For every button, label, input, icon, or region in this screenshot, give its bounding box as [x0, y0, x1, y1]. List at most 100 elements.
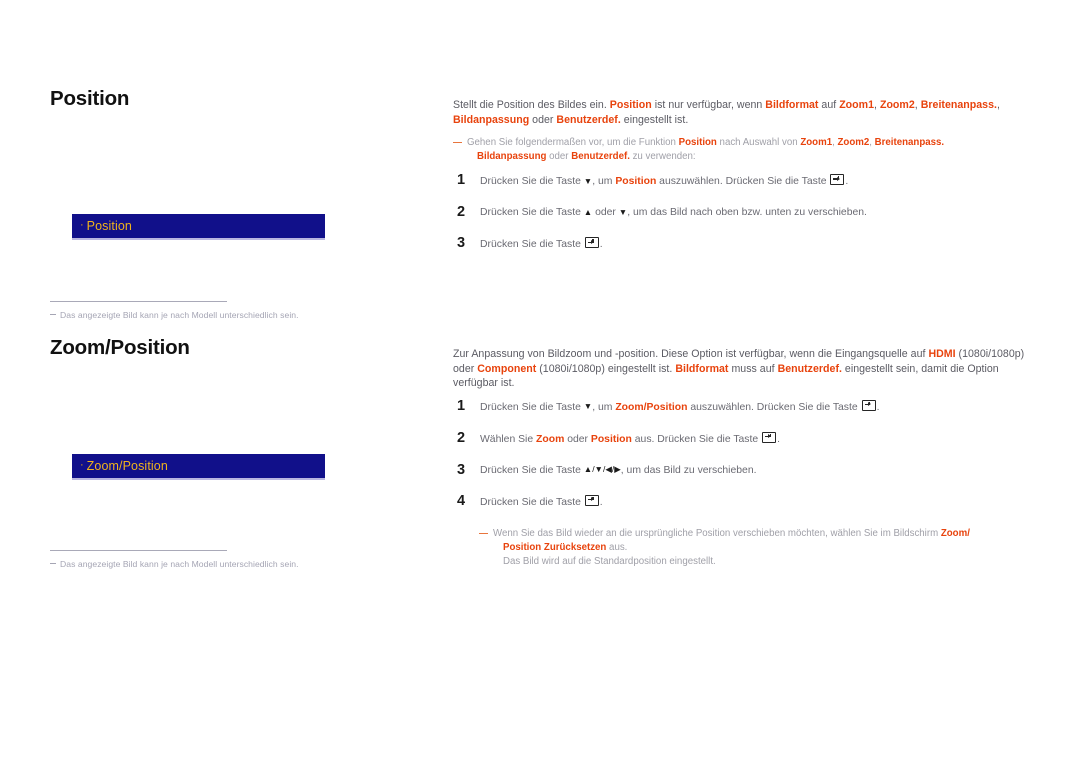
highlight-bildformat: Bildformat	[765, 99, 819, 111]
intro-text: (1080i/1080p) eingestellt ist.	[536, 362, 676, 375]
em-dash-icon	[479, 533, 488, 535]
highlight-hdmi: HDMI	[928, 348, 956, 360]
step-text: , um	[592, 401, 616, 413]
bullet-icon: ·	[80, 458, 84, 471]
highlight-zoom1: Zoom1	[800, 137, 833, 149]
note-line-2: Position Zurücksetzen aus.	[493, 541, 1033, 555]
note-text: Gehen Sie folgendermaßen vor, um die Fun…	[467, 137, 679, 149]
intro-text: Stellt die Position des Bildes ein.	[453, 99, 610, 111]
dash-icon	[50, 563, 56, 564]
step-number: 3	[457, 235, 466, 252]
step-number: 4	[457, 492, 466, 509]
step-text: aus. Drücken Sie die Taste	[631, 433, 762, 445]
highlight-zoom-position: Zoom/Position	[615, 401, 688, 413]
step-text: .	[599, 239, 603, 251]
intro-text: eingestellt ist.	[620, 113, 689, 126]
enter-key-icon	[830, 174, 845, 186]
step-text: auszuwählen. Drücken Sie die Taste	[687, 401, 861, 413]
step-text: Drücken Sie die Taste	[480, 239, 584, 251]
manual-page: Position · Position Das angezeigte Bild …	[0, 0, 1080, 763]
step-text: Drücken Sie die Taste	[480, 464, 584, 476]
step-text: Drücken Sie die Taste	[480, 401, 584, 413]
step-text: auszuwählen. Drücken Sie die Taste	[656, 176, 830, 188]
step-text: .	[777, 433, 780, 445]
section-zoom-position-left-column: Zoom/Position · Zoom/Position Das angeze…	[50, 336, 410, 569]
highlight-benutzerdef: Benutzerdef.	[556, 113, 621, 126]
highlight-position: Position	[590, 433, 632, 445]
highlight-bildformat: Bildformat	[675, 362, 729, 375]
step-number: 1	[457, 172, 466, 189]
highlight-bildanpassung: Bildanpassung	[477, 151, 547, 163]
highlight-position: Position	[609, 99, 652, 111]
description-position: Stellt die Position des Bildes ein. Posi…	[453, 98, 1033, 127]
intro-text: muss auf	[728, 362, 778, 375]
arrow-down-icon: ▼	[583, 401, 593, 412]
footnote-divider	[50, 301, 227, 302]
arrow-down-icon: ▼	[618, 206, 628, 217]
enter-key-icon	[584, 237, 599, 249]
page-title-zoom-position: Zoom/Position	[50, 336, 190, 359]
highlight-zoom: Zoom	[536, 433, 565, 445]
highlight-component: Component	[477, 362, 537, 375]
intro-text: ,	[996, 99, 1000, 111]
step-number: 2	[457, 429, 466, 446]
section-zoom-position-right-column: Zur Anpassung von Bildzoom und -position…	[453, 347, 1033, 579]
footnote-position: Das angezeigte Bild kann je nach Modell …	[50, 310, 380, 320]
footnote-divider	[50, 550, 227, 551]
step-text: oder	[564, 433, 591, 445]
step-text: Drücken Sie die Taste	[480, 207, 584, 219]
section-position-right-column: Stellt die Position des Bildes ein. Posi…	[453, 98, 1033, 269]
step-text: , um	[592, 176, 616, 188]
description-zoom-position: Zur Anpassung von Bildzoom und -position…	[453, 347, 1031, 391]
highlight-position-zuruecksetzen: Position Zurücksetzen	[503, 542, 607, 554]
osd-menu-label-zoom-position: Zoom/Position	[86, 459, 168, 473]
step-text: oder	[592, 207, 619, 219]
step-text: , um das Bild zu verschieben.	[620, 464, 757, 476]
step-item: 1 Drücken Sie die Taste ▼, um Zoom/Positi…	[453, 397, 1033, 415]
highlight-zoom-slash: Zoom/	[940, 528, 970, 540]
step-item: 1 Drücken Sie die Taste ▼, um Position au…	[453, 172, 1033, 189]
step-item: 3 Drücken Sie die Taste .	[453, 235, 1033, 252]
arrow-cluster-icon: ▲/▼/◀/▶	[583, 464, 621, 475]
intro-text: ist nur verfügbar, wenn	[651, 99, 766, 111]
highlight-zoom2: Zoom2	[837, 137, 870, 149]
enter-key-icon	[762, 431, 777, 443]
note-text: zu verwenden:	[629, 151, 696, 163]
step-number: 1	[457, 397, 466, 414]
osd-menu-box-zoom-position[interactable]: · Zoom/Position	[72, 454, 325, 480]
note-line-2: Bildanpassung oder Benutzerdef. zu verwe…	[467, 150, 1033, 164]
arrow-up-icon: ▲	[583, 206, 593, 217]
highlight-benutzerdef: Benutzerdef.	[777, 362, 842, 375]
dash-icon	[50, 314, 56, 315]
highlight-breitenanpass: Breitenanpass.	[874, 137, 945, 149]
highlight-zoom2: Zoom2	[879, 99, 915, 111]
intro-text: Zur Anpassung von Bildzoom und -position…	[453, 348, 929, 360]
note-position-usage: Gehen Sie folgendermaßen vor, um die Fun…	[453, 136, 1033, 164]
bullet-icon: ·	[80, 218, 84, 231]
footnote-zoom-position: Das angezeigte Bild kann je nach Modell …	[50, 559, 380, 569]
step-number: 3	[457, 461, 466, 478]
step-text: .	[876, 401, 880, 413]
note-text: oder	[546, 151, 572, 163]
step-item: 3 Drücken Sie die Taste ▲/▼/◀/▶, um das B…	[453, 461, 1033, 478]
highlight-benutzerdef: Benutzerdef.	[571, 151, 630, 163]
note-text: nach Auswahl von	[716, 137, 801, 149]
enter-key-icon	[861, 399, 876, 411]
note-zoom-position-reset: Wenn Sie das Bild wieder an die ursprüng…	[479, 527, 1033, 569]
intro-text: auf	[818, 99, 840, 111]
section-position-left-column: Position · Position Das angezeigte Bild …	[50, 87, 410, 320]
highlight-bildanpassung: Bildanpassung	[453, 113, 530, 126]
step-item: 4 Drücken Sie die Taste .	[453, 492, 1033, 510]
enter-key-icon	[584, 494, 599, 506]
note-text: aus.	[606, 542, 628, 554]
em-dash-icon	[453, 142, 462, 144]
step-item: 2 Drücken Sie die Taste ▲ oder ▼, um das …	[453, 204, 1033, 220]
step-item: 2 Wählen Sie Zoom oder Position aus. Drüc…	[453, 429, 1033, 447]
osd-menu-box-position[interactable]: · Position	[72, 214, 325, 240]
step-text: , um das Bild nach oben bzw. unten zu ve…	[627, 207, 867, 219]
highlight-breitenanpass: Breitenanpass.	[920, 99, 997, 111]
highlight-position: Position	[615, 176, 657, 188]
note-text: Wenn Sie das Bild wieder an die ursprüng…	[493, 528, 941, 540]
footnote-text: Das angezeigte Bild kann je nach Modell …	[60, 559, 299, 569]
step-text: Wählen Sie	[480, 433, 537, 445]
